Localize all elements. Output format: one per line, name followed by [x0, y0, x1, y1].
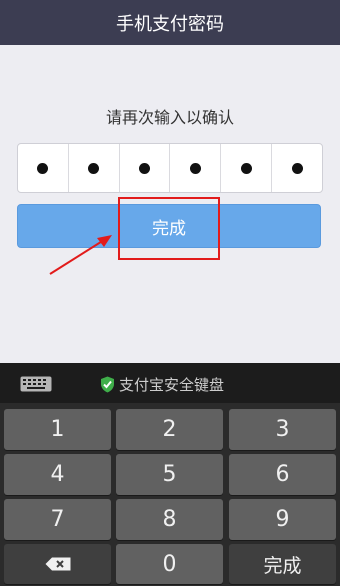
pin-cell: [120, 144, 171, 192]
confirm-prompt: 请再次输入以确认: [105, 108, 234, 127]
pin-dot: [139, 162, 151, 174]
page-title: 手机支付密码: [0, 0, 340, 45]
shield-check-icon: [101, 376, 114, 393]
backspace-key[interactable]: [4, 544, 111, 584]
key-5[interactable]: 5: [116, 454, 223, 495]
pin-input[interactable]: [17, 143, 323, 193]
pin-dot: [37, 162, 49, 174]
keyboard-header: 支付宝安全键盘: [0, 363, 340, 403]
pin-cell: [18, 144, 69, 192]
keyboard-done-key[interactable]: 完成: [229, 544, 336, 584]
pin-cell: [170, 144, 222, 192]
key-0[interactable]: 0: [116, 544, 223, 584]
key-7[interactable]: 7: [4, 499, 111, 540]
pin-dot: [189, 162, 201, 174]
pin-cell: [221, 144, 273, 192]
pin-dot: [291, 162, 303, 174]
secure-keyboard: 支付宝安全键盘 1 2 3 4 5 6 7 8 9 0 完成: [0, 363, 340, 586]
pin-dot: [240, 162, 252, 174]
key-8[interactable]: 8: [116, 499, 223, 540]
key-6[interactable]: 6: [229, 454, 336, 495]
key-9[interactable]: 9: [229, 499, 336, 540]
pin-dot: [88, 162, 100, 174]
key-3[interactable]: 3: [229, 409, 336, 450]
keyboard-title: 支付宝安全键盘: [100, 374, 224, 395]
key-4[interactable]: 4: [4, 454, 111, 495]
key-2[interactable]: 2: [116, 409, 223, 450]
backspace-icon: [45, 557, 70, 571]
pin-cell: [272, 144, 322, 192]
keyboard-icon[interactable]: [20, 376, 52, 392]
key-1[interactable]: 1: [4, 409, 111, 450]
keyboard-title-label: 支付宝安全键盘: [119, 376, 225, 394]
pin-cell: [69, 144, 120, 192]
annotation-highlight-box: [118, 197, 220, 260]
